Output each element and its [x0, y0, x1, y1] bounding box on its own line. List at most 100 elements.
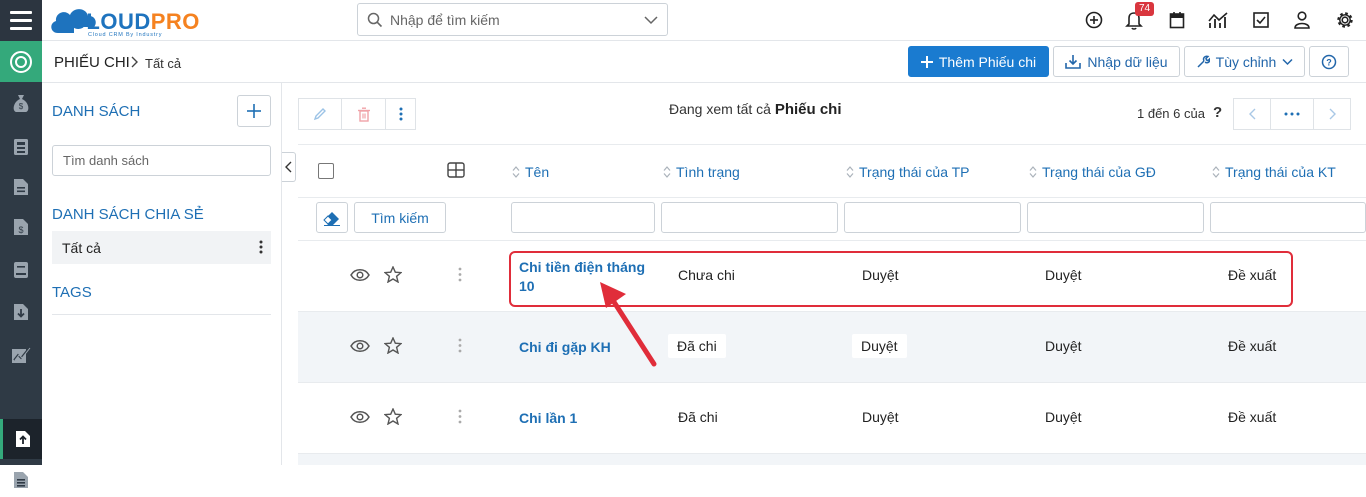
sort-icon [663, 166, 671, 178]
more-vertical-icon[interactable] [259, 240, 263, 254]
hamburger-menu-button[interactable] [0, 0, 42, 41]
global-search-input[interactable] [390, 11, 630, 28]
list-doc-icon[interactable] [0, 463, 42, 497]
calendar-icon[interactable] [1166, 9, 1188, 31]
viewing-prefix: Đang xem tất cả [669, 101, 771, 117]
tp-status-cell: Duyệt [862, 409, 899, 425]
chevron-down-icon[interactable] [644, 15, 658, 25]
chevron-down-icon [1282, 58, 1293, 65]
sort-icon [512, 166, 520, 178]
paging-info: 1 đến 6 của [1137, 106, 1205, 121]
name-filter-input[interactable] [511, 202, 655, 233]
clear-filters-button[interactable] [316, 202, 348, 233]
chevron-left-icon [285, 161, 292, 173]
logo-accent-text: PRO [150, 9, 200, 34]
trash-icon [357, 107, 370, 122]
gd-status-filter-input[interactable] [1027, 202, 1204, 233]
gear-icon[interactable] [1334, 9, 1356, 31]
sort-icon [1212, 166, 1220, 178]
viewing-caption: Đang xem tất cả Phiếu chi [669, 101, 842, 118]
list-search-input[interactable] [52, 145, 271, 176]
breadcrumb-view[interactable]: Tất cả [145, 56, 181, 71]
sidebar-item-all[interactable]: Tất cả [52, 231, 271, 264]
gd-status-cell: Duyệt [1045, 338, 1082, 354]
more-vertical-icon[interactable] [458, 338, 462, 353]
eraser-icon [323, 211, 340, 226]
page-jump-button[interactable] [1271, 98, 1313, 130]
add-payment-button[interactable]: Thêm Phiếu chi [908, 46, 1049, 77]
svg-text:$: $ [18, 225, 23, 235]
star-icon[interactable] [384, 266, 402, 283]
more-horizontal-icon [1284, 112, 1300, 116]
more-vertical-icon [399, 107, 402, 121]
collapse-sidebar-button[interactable] [282, 152, 296, 182]
money-bag-icon[interactable]: $ [0, 86, 42, 120]
prev-page-button[interactable] [1233, 98, 1271, 130]
book-icon[interactable] [0, 253, 42, 287]
notification-count-badge: 74 [1135, 2, 1155, 16]
invoice-icon[interactable]: $ [0, 210, 42, 244]
column-header-kt-status[interactable]: Trạng thái của KT [1212, 164, 1336, 180]
column-header-name[interactable]: Tên [512, 164, 549, 180]
help-button[interactable]: ? [1309, 46, 1349, 77]
paging-help[interactable]: ? [1213, 104, 1222, 121]
divider [52, 314, 271, 315]
chart-icon[interactable] [1207, 9, 1229, 31]
pencil-icon [313, 108, 326, 121]
document-icon[interactable] [0, 170, 42, 204]
next-page-button[interactable] [1313, 98, 1351, 130]
breadcrumb-module[interactable]: PHIẾU CHI [54, 54, 130, 71]
record-action-toolbar [298, 98, 416, 130]
column-header-tp-status[interactable]: Trạng thái của TP [846, 164, 970, 180]
edit-button[interactable] [298, 98, 342, 130]
logo-main-text: CLOUD [70, 9, 151, 34]
plus-circle-icon[interactable] [1083, 9, 1105, 31]
import-data-button[interactable]: Nhập dữ liệu [1053, 46, 1180, 77]
eye-icon[interactable] [350, 268, 370, 282]
breadcrumb-bar: PHIẾU CHI Tất cả Thêm Phiếu chi Nhập dữ … [42, 41, 1366, 83]
more-vertical-icon[interactable] [458, 267, 462, 282]
global-search[interactable] [357, 3, 668, 36]
building-icon[interactable] [0, 130, 42, 164]
wrench-icon [1197, 55, 1210, 68]
status-cell: Đã chi [678, 409, 718, 425]
record-name-link[interactable]: Chi lần 1 [519, 409, 577, 428]
module-rail: $ $ [0, 41, 42, 488]
upload-doc-icon[interactable] [0, 419, 42, 459]
more-vertical-icon[interactable] [458, 409, 462, 424]
column-header-gd-status[interactable]: Trạng thái của GĐ [1029, 164, 1156, 180]
search-icon [367, 12, 383, 27]
status-filter-input[interactable] [661, 202, 838, 233]
pagination [1233, 98, 1351, 130]
tags-heading: TAGS [52, 284, 92, 301]
table-row[interactable] [298, 454, 1366, 465]
report-icon[interactable] [0, 338, 42, 372]
delete-button[interactable] [342, 98, 386, 130]
divider [298, 144, 1366, 145]
column-grid-icon[interactable] [447, 162, 465, 178]
eye-icon[interactable] [350, 339, 370, 353]
kt-status-filter-input[interactable] [1210, 202, 1366, 233]
user-icon[interactable] [1291, 9, 1313, 31]
import-data-label: Nhập dữ liệu [1087, 53, 1168, 70]
checkbox-icon[interactable] [1250, 9, 1272, 31]
eye-icon[interactable] [350, 410, 370, 424]
cloudpro-logo[interactable]: CLOUDPRO Cloud CRM By Industry [48, 3, 200, 39]
plus-icon [247, 104, 261, 118]
column-header-status[interactable]: Tình trạng [663, 164, 740, 180]
chevron-left-icon [1248, 108, 1255, 120]
download-doc-icon[interactable] [0, 295, 42, 329]
add-list-button[interactable] [237, 95, 271, 127]
kt-status-cell: Đề xuất [1228, 409, 1277, 425]
customize-button[interactable]: Tùy chỉnh [1184, 46, 1305, 77]
logo-tagline: Cloud CRM By Industry [88, 32, 163, 38]
more-actions-button[interactable] [386, 98, 416, 130]
star-icon[interactable] [384, 408, 402, 425]
home-button[interactable] [0, 41, 42, 82]
download-icon [1065, 54, 1082, 69]
tp-status-filter-input[interactable] [844, 202, 1021, 233]
select-all-checkbox[interactable] [318, 163, 334, 179]
status-cell: Đã chi [668, 334, 726, 358]
search-button[interactable]: Tìm kiếm [354, 202, 446, 233]
star-icon[interactable] [384, 337, 402, 354]
